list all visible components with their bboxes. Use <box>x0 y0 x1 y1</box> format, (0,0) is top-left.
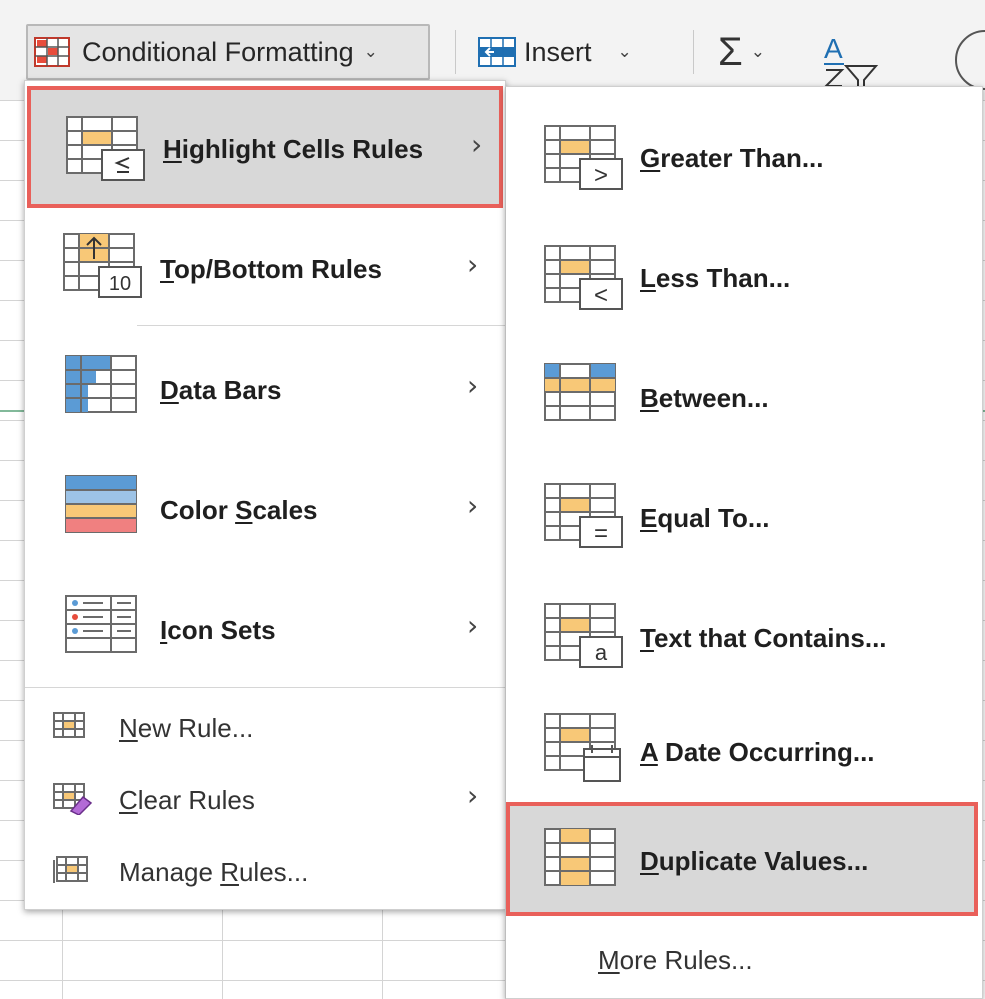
submenu-item-label: Less Than... <box>640 263 791 293</box>
submenu-item-label: Duplicate Values... <box>640 846 869 876</box>
menu-item-top-bottom-rules[interactable]: 10 Top/Bottom Rules › <box>25 216 505 326</box>
icon-sets-icon <box>65 595 141 655</box>
conditional-formatting-label: Conditional Formatting <box>82 36 354 67</box>
menu-item-new-rule[interactable]: New Rule... <box>25 693 505 763</box>
submenu-item-between[interactable]: Between... <box>506 337 982 453</box>
menu-item-label: Clear Rules <box>119 785 255 815</box>
svg-text:<: < <box>594 282 608 309</box>
menu-separator <box>25 687 505 688</box>
less-than-icon: < <box>544 245 624 311</box>
menu-item-label: Color Scales <box>160 495 318 525</box>
menu-item-label: Highlight Cells Rules <box>163 134 424 164</box>
menu-item-clear-rules[interactable]: Clear Rules › <box>25 765 505 835</box>
insert-button[interactable]: Insert ⌄ <box>478 30 632 74</box>
submenu-item-label: Between... <box>640 383 769 413</box>
menu-item-label: Icon Sets <box>160 615 276 645</box>
chevron-down-icon: ⌄ <box>617 42 632 61</box>
ribbon-separator <box>455 30 456 74</box>
date-occurring-icon <box>544 713 624 783</box>
menu-item-highlight-cells-rules[interactable]: Highlight Cells Rules › <box>27 86 503 208</box>
menu-item-icon-sets[interactable]: Icon Sets › <box>25 573 505 685</box>
chevron-right-icon: › <box>467 248 479 281</box>
submenu-item-duplicate-values[interactable]: Duplicate Values... <box>506 802 978 916</box>
menu-item-color-scales[interactable]: Color Scales › <box>25 453 505 565</box>
text-contains-icon: a <box>544 603 624 669</box>
sigma-icon: Σ <box>718 29 743 74</box>
sort-letter: A <box>824 33 843 64</box>
clear-rules-icon <box>53 783 93 815</box>
new-rule-icon <box>53 712 85 738</box>
submenu-item-date-occurring[interactable]: A Date Occurring... <box>506 697 982 801</box>
sort-filter-button[interactable]: A <box>820 30 910 90</box>
svg-text:>: > <box>594 162 608 189</box>
autosum-button[interactable]: Σ ⌄ <box>718 24 765 80</box>
insert-label: Insert <box>524 36 592 67</box>
chevron-right-icon: › <box>471 128 483 161</box>
submenu-item-greater-than[interactable]: > Greater Than... <box>506 97 982 213</box>
menu-item-manage-rules[interactable]: Manage Rules... <box>25 837 505 907</box>
highlight-cells-rules-submenu: > Greater Than... < Less Than... Between… <box>505 86 983 999</box>
highlight-cells-rules-icon <box>66 116 146 182</box>
submenu-item-equal-to[interactable]: = Equal To... <box>506 457 982 573</box>
submenu-item-more-rules[interactable]: More Rules... <box>506 925 982 995</box>
top-bottom-rules-icon: 10 <box>63 233 143 299</box>
submenu-item-label: Text that Contains... <box>640 623 887 653</box>
duplicate-values-icon <box>544 828 620 888</box>
svg-text:=: = <box>594 520 608 547</box>
find-select-icon[interactable] <box>955 30 985 90</box>
submenu-item-label: A Date Occurring... <box>640 737 875 767</box>
svg-text:a: a <box>595 640 608 665</box>
chevron-right-icon: › <box>467 369 479 402</box>
conditional-formatting-menu: Highlight Cells Rules › 10 Top/Bottom Ru… <box>24 80 506 910</box>
greater-than-icon: > <box>544 125 624 191</box>
submenu-item-label: Equal To... <box>640 503 770 533</box>
data-bars-icon <box>65 355 141 415</box>
menu-separator <box>137 325 505 326</box>
conditional-formatting-button[interactable]: Conditional Formatting ⌄ <box>26 24 430 80</box>
chevron-down-icon: ⌄ <box>363 42 378 61</box>
menu-item-label: New Rule... <box>119 713 254 743</box>
chevron-right-icon: › <box>467 779 479 812</box>
submenu-item-label: More Rules... <box>598 945 753 975</box>
chevron-down-icon: ⌄ <box>750 42 765 61</box>
equal-to-icon: = <box>544 483 624 549</box>
submenu-item-label: Greater Than... <box>640 143 824 173</box>
menu-item-label: Data Bars <box>160 375 282 405</box>
chevron-right-icon: › <box>467 609 479 642</box>
insert-cells-icon <box>478 37 516 67</box>
conditional-formatting-icon <box>34 37 70 67</box>
svg-text:10: 10 <box>109 273 131 295</box>
submenu-item-text-contains[interactable]: a Text that Contains... <box>506 577 982 693</box>
submenu-item-less-than[interactable]: < Less Than... <box>506 217 982 333</box>
menu-item-data-bars[interactable]: Data Bars › <box>25 333 505 445</box>
menu-item-label: Manage Rules... <box>119 857 309 887</box>
chevron-right-icon: › <box>467 489 479 522</box>
ribbon-separator <box>693 30 694 74</box>
menu-item-label: Top/Bottom Rules <box>160 254 382 284</box>
manage-rules-icon <box>53 856 89 884</box>
color-scales-icon <box>65 475 141 535</box>
between-icon <box>544 363 620 423</box>
